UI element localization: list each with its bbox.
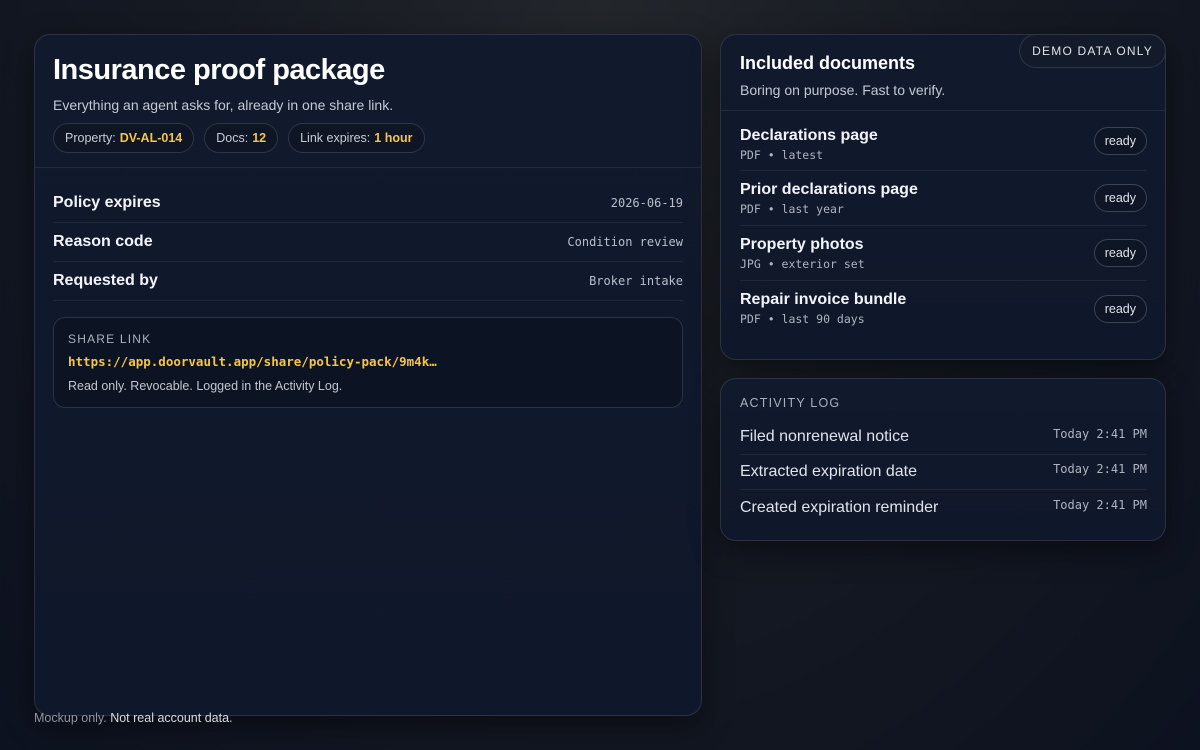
detail-label: Reason code [53,233,153,250]
document-meta: PDF • latest [740,148,824,162]
document-name: Prior declarations page [740,180,918,198]
link-expires-chip-label: Link expires: [300,131,371,145]
detail-value: Broker intake [589,274,683,288]
activity-list: Filed nonrenewal notice Today 2:41 PM Ex… [721,410,1165,525]
document-info: Prior declarations page PDF • last year [740,181,918,216]
document-info: Declarations page PDF • latest [740,127,878,162]
status-badge: ready [1093,294,1147,323]
document-meta: PDF • last year [740,201,844,216]
list-item[interactable]: Prior declarations page PDF • last year … [740,171,1147,226]
document-list: Declarations page PDF • latest ready Pri… [721,111,1165,336]
docs-chip-label: Docs: [216,131,249,145]
document-meta: JPG • exterior set [740,256,865,271]
detail-value: 2026-06-19 [610,196,683,210]
proof-package-card: Insurance proof package Everything an ag… [34,34,702,716]
footer-strong: Not real account data. [110,711,233,725]
documents-subtitle: Boring on purpose. Fast to verify. [740,82,946,98]
list-item: Filed nonrenewal notice Today 2:41 PM [740,420,1147,455]
included-documents-card: DEMO DATA ONLY Included documents Boring… [720,34,1166,360]
document-meta: PDF • last 90 days [740,312,865,326]
share-link-box: SHARE LINK https://app.doorvault.app/sha… [53,317,683,408]
property-chip: Property: DV-AL-014 [53,123,195,153]
activity-text: Extracted expiration date [740,463,917,480]
share-link-title: SHARE LINK [68,332,152,346]
share-link-url[interactable]: https://app.doorvault.app/share/policy-p… [68,354,668,369]
page-title: Insurance proof package [53,54,385,86]
demo-data-badge: DEMO DATA ONLY [1019,34,1166,68]
status-badge: ready [1093,127,1147,155]
document-name: Property photos [740,235,864,253]
link-expires-chip: Link expires: 1 hour [288,123,425,153]
package-header: Insurance proof package Everything an ag… [35,35,701,168]
document-name: Repair invoice bundle [740,291,907,308]
status-badge: ready [1093,239,1147,267]
property-chip-label: Property: [65,131,116,145]
share-link-note: Read only. Revocable. Logged in the Acti… [68,379,343,393]
activity-text: Filed nonrenewal notice [740,428,909,445]
package-details: Policy expires 2026-06-19 Reason code Co… [35,168,701,301]
page-subtitle: Everything an agent asks for, already in… [53,97,394,113]
detail-row-requested-by: Requested by Broker intake [53,262,683,301]
docs-chip: Docs: 12 [204,123,279,153]
package-chips: Property: DV-AL-014 Docs: 12 Link expire… [53,123,683,153]
activity-log-card: ACTIVITY LOG Filed nonrenewal notice Tod… [720,378,1166,541]
list-item[interactable]: Property photos JPG • exterior set ready [740,226,1147,281]
property-chip-value: DV-AL-014 [119,131,183,145]
document-name: Declarations page [740,127,878,144]
list-item[interactable]: Repair invoice bundle PDF • last 90 days… [740,281,1147,336]
activity-time: Today 2:41 PM [1053,462,1147,476]
list-item: Created expiration reminder Today 2:41 P… [740,490,1147,525]
detail-label: Policy expires [53,194,161,211]
list-item: Extracted expiration date Today 2:41 PM [740,455,1147,490]
activity-log-title: ACTIVITY LOG [740,396,841,410]
detail-label: Requested by [53,272,158,289]
footer-prefix: Mockup only. [34,711,107,725]
link-expires-chip-value: 1 hour [374,131,413,145]
detail-value: Condition review [567,235,683,249]
activity-time: Today 2:41 PM [1053,497,1147,512]
detail-row-reason-code: Reason code Condition review [53,223,683,262]
list-item[interactable]: Declarations page PDF • latest ready [740,127,1147,171]
detail-row-policy-expires: Policy expires 2026-06-19 [53,184,683,223]
document-info: Property photos JPG • exterior set [740,236,865,271]
activity-time: Today 2:41 PM [1053,427,1147,441]
document-info: Repair invoice bundle PDF • last 90 days [740,291,906,326]
activity-text: Created expiration reminder [740,498,939,516]
docs-chip-value: 12 [252,131,267,145]
footer-disclaimer: Mockup only. Not real account data. [34,711,233,725]
status-badge: ready [1093,184,1147,212]
